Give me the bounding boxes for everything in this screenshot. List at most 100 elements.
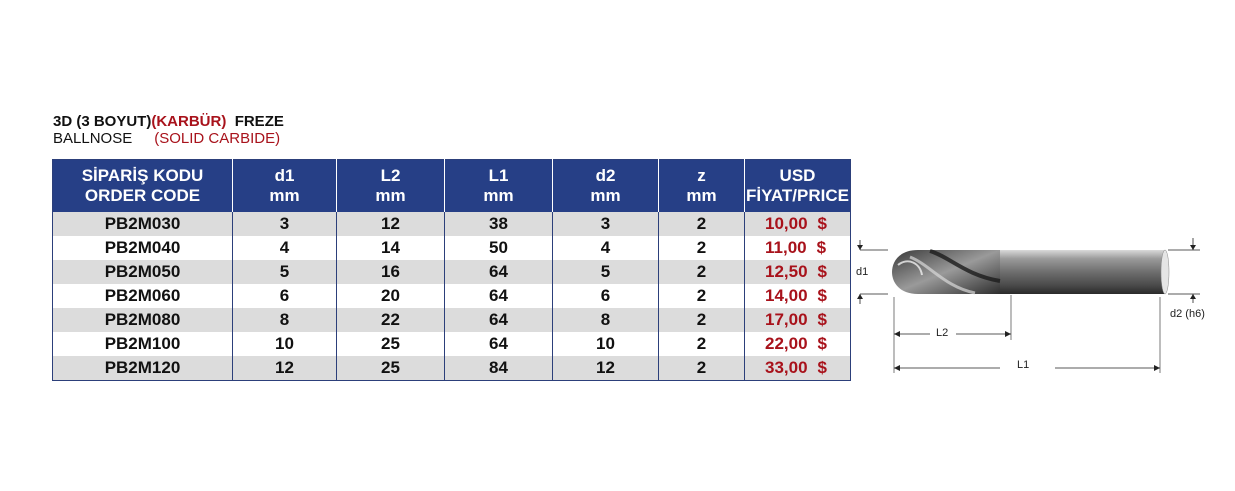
cell-l2: 25 bbox=[336, 332, 445, 356]
table-row: PB2M100 10 25 64 10 2 22,00 $ bbox=[52, 332, 851, 356]
table-row: PB2M080 8 22 64 8 2 17,00 $ bbox=[52, 308, 851, 332]
cell-z: 2 bbox=[658, 212, 745, 236]
cell-l1: 64 bbox=[444, 308, 553, 332]
tool-shank bbox=[1000, 250, 1165, 294]
col-header-line2: mm bbox=[269, 186, 300, 205]
currency-symbol: $ bbox=[816, 238, 827, 257]
title-part-3d: 3D (3 BOYUT) bbox=[53, 113, 152, 130]
col-header-line2: ORDER CODE bbox=[84, 186, 201, 205]
col-header-line1: L1 bbox=[488, 166, 509, 185]
cell-l1: 64 bbox=[444, 332, 553, 356]
title-block: 3D (3 BOYUT)(KARBÜR) FREZE BALLNOSE (SOLI… bbox=[53, 113, 284, 147]
cell-l1: 38 bbox=[444, 212, 553, 236]
currency-symbol: $ bbox=[817, 310, 828, 329]
cell-z: 2 bbox=[658, 236, 745, 260]
col-header-line1: d2 bbox=[595, 166, 616, 185]
cell-price: 11,00 $ bbox=[744, 236, 851, 260]
cell-code: PB2M100 bbox=[52, 332, 233, 356]
col-header-l2: L2 mm bbox=[336, 159, 445, 212]
cell-price: 22,00 $ bbox=[744, 332, 851, 356]
d1-label: d1 bbox=[856, 266, 869, 278]
cell-code: PB2M080 bbox=[52, 308, 233, 332]
title-part-freze: FREZE bbox=[234, 113, 284, 130]
cell-price: 14,00 $ bbox=[744, 284, 851, 308]
currency-symbol: $ bbox=[817, 286, 828, 305]
col-header-line1: USD bbox=[779, 166, 816, 185]
cell-z: 2 bbox=[658, 308, 745, 332]
cell-d2: 6 bbox=[552, 284, 659, 308]
cell-l2: 12 bbox=[336, 212, 445, 236]
cell-z: 2 bbox=[658, 356, 745, 381]
col-header-line2: mm bbox=[686, 186, 717, 205]
cell-z: 2 bbox=[658, 260, 745, 284]
cell-code: PB2M120 bbox=[52, 356, 233, 381]
table-row: PB2M060 6 20 64 6 2 14,00 $ bbox=[52, 284, 851, 308]
col-header-line2: mm bbox=[483, 186, 514, 205]
col-header-z: z mm bbox=[658, 159, 745, 212]
col-header-d2: d2 mm bbox=[552, 159, 659, 212]
l2-label: L2 bbox=[936, 327, 949, 339]
currency-symbol: $ bbox=[817, 334, 828, 353]
cell-price: 12,50 $ bbox=[744, 260, 851, 284]
col-header-l1: L1 mm bbox=[444, 159, 553, 212]
cell-price: 10,00 $ bbox=[744, 212, 851, 236]
product-title: 3D (3 BOYUT)(KARBÜR) FREZE bbox=[53, 113, 284, 130]
cell-d1: 5 bbox=[232, 260, 337, 284]
cell-d2: 12 bbox=[552, 356, 659, 381]
cell-code: PB2M050 bbox=[52, 260, 233, 284]
currency-symbol: $ bbox=[817, 262, 828, 281]
cell-d1: 10 bbox=[232, 332, 337, 356]
col-header-line2: mm bbox=[375, 186, 406, 205]
cell-l2: 20 bbox=[336, 284, 445, 308]
currency-symbol: $ bbox=[817, 358, 828, 377]
cell-d2: 8 bbox=[552, 308, 659, 332]
col-header-line1: z bbox=[697, 166, 706, 185]
price-value: 17,00 bbox=[765, 310, 808, 329]
price-value: 11,00 bbox=[765, 238, 807, 257]
cell-l1: 50 bbox=[444, 236, 553, 260]
col-header-line1: d1 bbox=[274, 166, 295, 185]
l1-label: L1 bbox=[1017, 359, 1030, 371]
subtitle-ballnose: BALLNOSE bbox=[53, 130, 133, 147]
cell-l1: 64 bbox=[444, 284, 553, 308]
cell-z: 2 bbox=[658, 332, 745, 356]
cell-d1: 8 bbox=[232, 308, 337, 332]
cell-d1: 6 bbox=[232, 284, 337, 308]
product-subtitle: BALLNOSE (SOLID CARBIDE) bbox=[53, 130, 284, 147]
cell-price: 17,00 $ bbox=[744, 308, 851, 332]
price-value: 12,50 bbox=[765, 262, 808, 281]
col-header-d1: d1 mm bbox=[232, 159, 337, 212]
cell-l2: 16 bbox=[336, 260, 445, 284]
price-value: 22,00 bbox=[765, 334, 808, 353]
col-header-order-code: SİPARİŞ KODU ORDER CODE bbox=[52, 159, 233, 212]
title-part-carbide: (KARBÜR) bbox=[151, 113, 227, 130]
cell-d2: 4 bbox=[552, 236, 659, 260]
cell-d1: 3 bbox=[232, 212, 337, 236]
cell-d1: 12 bbox=[232, 356, 337, 381]
table-header-row: SİPARİŞ KODU ORDER CODE d1 mm L2 mm L1 mm d2 mm z m… bbox=[52, 159, 851, 212]
price-value: 14,00 bbox=[765, 286, 808, 305]
cell-code: PB2M030 bbox=[52, 212, 233, 236]
cell-d2: 10 bbox=[552, 332, 659, 356]
cell-d1: 4 bbox=[232, 236, 337, 260]
col-header-line2: mm bbox=[590, 186, 621, 205]
cell-d2: 5 bbox=[552, 260, 659, 284]
currency-symbol: $ bbox=[817, 214, 828, 233]
table-row: PB2M050 5 16 64 5 2 12,50 $ bbox=[52, 260, 851, 284]
table-row: PB2M040 4 14 50 4 2 11,00 $ bbox=[52, 236, 851, 260]
price-value: 33,00 bbox=[765, 358, 808, 377]
col-header-price: USD FİYAT/PRICE bbox=[744, 159, 851, 212]
price-value: 10,00 bbox=[765, 214, 808, 233]
subtitle-solid-carbide: (SOLID CARBIDE) bbox=[154, 130, 281, 147]
price-table: SİPARİŞ KODU ORDER CODE d1 mm L2 mm L1 mm d2 mm z m… bbox=[52, 159, 851, 381]
cell-l2: 22 bbox=[336, 308, 445, 332]
table-row: PB2M030 3 12 38 3 2 10,00 $ bbox=[52, 212, 851, 236]
table-row: PB2M120 12 25 84 12 2 33,00 $ bbox=[52, 356, 851, 381]
cell-code: PB2M040 bbox=[52, 236, 233, 260]
cell-l1: 84 bbox=[444, 356, 553, 381]
cell-l2: 25 bbox=[336, 356, 445, 381]
cell-price: 33,00 $ bbox=[744, 356, 851, 381]
col-header-line1: SİPARİŞ KODU bbox=[81, 166, 204, 185]
cell-code: PB2M060 bbox=[52, 284, 233, 308]
cell-z: 2 bbox=[658, 284, 745, 308]
